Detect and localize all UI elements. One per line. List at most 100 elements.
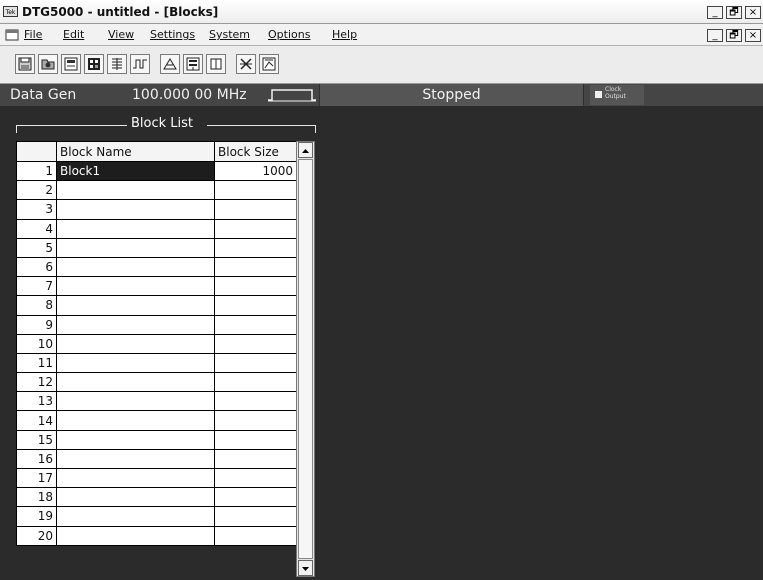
block-size-cell[interactable] — [214, 525, 297, 546]
table-row[interactable]: 6 — [16, 256, 297, 278]
block-name-cell[interactable] — [56, 525, 215, 546]
table-row[interactable]: 8 — [16, 295, 297, 316]
block-name-cell[interactable] — [56, 199, 215, 220]
close-button[interactable]: × — [745, 6, 761, 19]
menu-file[interactable]: File — [24, 28, 42, 41]
block-name-cell[interactable] — [56, 180, 215, 201]
table-row[interactable]: 1 Block1 1000 — [16, 160, 297, 182]
block-name-cell[interactable] — [56, 256, 215, 278]
menu-edit[interactable]: Edit — [63, 28, 84, 41]
menu-system[interactable]: System — [209, 28, 250, 41]
table-row[interactable]: 11 — [16, 352, 297, 374]
block-name-cell[interactable] — [56, 218, 215, 239]
table-row[interactable]: 18 — [16, 487, 297, 508]
menu-options[interactable]: Options — [268, 28, 310, 41]
table-row[interactable]: 17 — [16, 467, 297, 489]
menu-help[interactable]: Help — [332, 28, 357, 41]
scroll-down-button[interactable] — [298, 560, 313, 576]
block-size-cell[interactable] — [214, 218, 297, 239]
group-border-right-tick — [315, 125, 316, 133]
block-size-cell[interactable] — [214, 180, 297, 201]
block-size-cell[interactable] — [214, 391, 297, 412]
table-row[interactable]: 10 — [16, 333, 297, 354]
table-row[interactable]: 3 — [16, 199, 297, 220]
block-name-cell[interactable] — [56, 448, 215, 470]
menu-view[interactable]: View — [108, 28, 134, 41]
table-row[interactable]: 9 — [16, 314, 297, 335]
block-name-cell[interactable] — [56, 276, 215, 297]
toolbar-timing-button[interactable] — [130, 54, 150, 74]
block-name-cell[interactable] — [56, 429, 215, 450]
block-name-header[interactable]: Block Name — [56, 141, 215, 162]
block-size-cell[interactable] — [214, 467, 297, 489]
block-size-cell[interactable] — [214, 410, 297, 431]
row-number: 15 — [16, 429, 57, 450]
table-row[interactable]: 13 — [16, 391, 297, 412]
block-name-cell[interactable] — [56, 391, 215, 412]
table-row[interactable]: 4 — [16, 218, 297, 239]
block-name-cell[interactable]: Block1 — [56, 160, 215, 182]
block-size-cell[interactable] — [214, 237, 297, 258]
block-name-cell[interactable] — [56, 506, 215, 527]
document-icon[interactable] — [5, 28, 19, 41]
table-row[interactable]: 15 — [16, 429, 297, 450]
toolbar-pattern-button[interactable] — [84, 54, 104, 74]
block-size-cell[interactable] — [214, 487, 297, 508]
row-number: 18 — [16, 487, 57, 508]
table-row[interactable]: 5 — [16, 237, 297, 258]
table-row[interactable]: 12 — [16, 372, 297, 393]
table-row[interactable]: 14 — [16, 410, 297, 431]
block-size-cell[interactable]: 1000 — [214, 160, 297, 182]
block-name-cell[interactable] — [56, 314, 215, 335]
block-size-cell[interactable] — [214, 352, 297, 374]
row-number: 5 — [16, 237, 57, 258]
restore-button[interactable]: 🗗 — [726, 6, 742, 19]
mdi-close-button[interactable]: × — [745, 29, 761, 42]
block-size-cell[interactable] — [214, 372, 297, 393]
block-name-cell[interactable] — [56, 410, 215, 431]
block-name-cell[interactable] — [56, 372, 215, 393]
toolbar-sequence-button[interactable] — [107, 54, 127, 74]
block-name-cell[interactable] — [56, 237, 215, 258]
block-list-scrollbar[interactable] — [296, 141, 315, 577]
menu-settings[interactable]: Settings — [150, 28, 195, 41]
toolbar-group-button[interactable] — [183, 54, 203, 74]
toolbar-open-button[interactable] — [38, 54, 58, 74]
block-size-cell[interactable] — [214, 256, 297, 278]
mdi-minimize-button[interactable]: _ — [707, 29, 723, 42]
block-name-cell[interactable] — [56, 487, 215, 508]
toolbar-channel-button[interactable] — [160, 54, 180, 74]
row-number: 13 — [16, 391, 57, 412]
table-row[interactable]: 20 — [16, 525, 297, 546]
setup-icon — [64, 57, 78, 71]
block-size-header[interactable]: Block Size — [214, 141, 297, 162]
toolbar-subsequence-button[interactable] — [259, 54, 279, 74]
block-name-cell[interactable] — [56, 333, 215, 354]
toolbar-block-button[interactable] — [206, 54, 226, 74]
block-size-cell[interactable] — [214, 429, 297, 450]
scroll-up-button[interactable] — [298, 142, 313, 158]
toolbar-setup-button[interactable] — [61, 54, 81, 74]
row-number: 2 — [16, 180, 57, 201]
mdi-restore-button[interactable]: 🗗 — [726, 29, 742, 42]
toolbar-save-button[interactable] — [15, 54, 35, 74]
block-size-cell[interactable] — [214, 314, 297, 335]
block-size-cell[interactable] — [214, 199, 297, 220]
scroll-up-icon — [302, 149, 309, 153]
block-size-cell[interactable] — [214, 276, 297, 297]
table-row[interactable]: 7 — [16, 276, 297, 297]
block-size-cell[interactable] — [214, 448, 297, 470]
block-name-cell[interactable] — [56, 352, 215, 374]
table-row[interactable]: 2 — [16, 180, 297, 201]
block-name-cell[interactable] — [56, 467, 215, 489]
toolbar-jumps-button[interactable] — [236, 54, 256, 74]
scroll-thumb[interactable] — [298, 159, 313, 559]
block-size-cell[interactable] — [214, 506, 297, 527]
clock-output-toggle[interactable]: Clock Output — [590, 85, 644, 105]
block-name-cell[interactable] — [56, 295, 215, 316]
minimize-button[interactable]: _ — [707, 6, 723, 19]
block-size-cell[interactable] — [214, 333, 297, 354]
table-row[interactable]: 16 — [16, 448, 297, 470]
block-size-cell[interactable] — [214, 295, 297, 316]
table-row[interactable]: 19 — [16, 506, 297, 527]
